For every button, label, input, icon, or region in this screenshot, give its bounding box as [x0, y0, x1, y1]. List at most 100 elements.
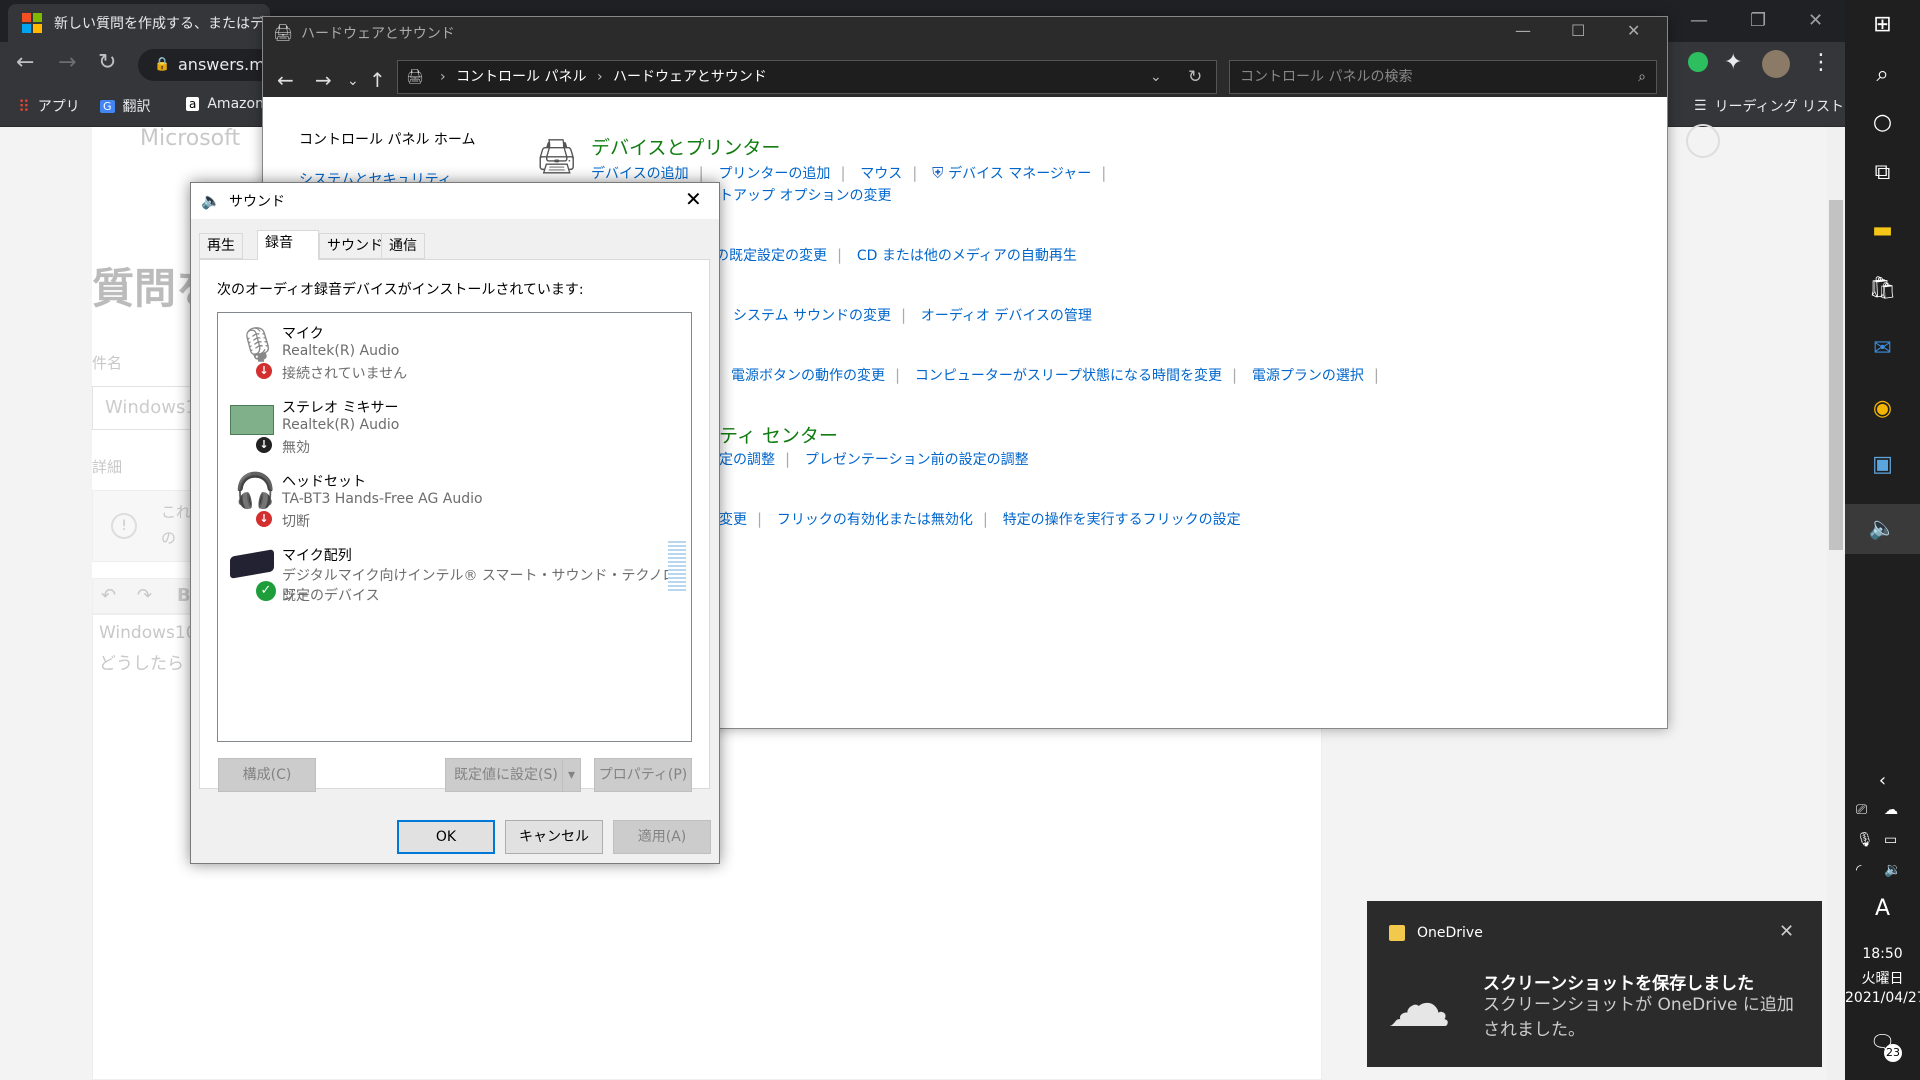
- tab-communications[interactable]: 通信: [381, 233, 425, 259]
- breadcrumb-hardware-sound[interactable]: ハードウェアとサウンド: [613, 69, 767, 85]
- evernote-extension-icon[interactable]: [1688, 52, 1708, 72]
- browser-tab[interactable]: 新しい質問を作成する、またはディス: [8, 4, 270, 42]
- clock-date[interactable]: 2021/04/27: [1845, 990, 1920, 1006]
- bookmark-translate[interactable]: G 翻訳: [100, 96, 151, 116]
- configure-button[interactable]: 構成(C): [218, 758, 316, 792]
- sound-taskbar-icon[interactable]: 🔈: [1845, 504, 1920, 554]
- cp-refresh-icon[interactable]: ↻: [1188, 61, 1202, 93]
- cp-back-icon[interactable]: ←: [277, 68, 294, 92]
- link-cd-autoplay[interactable]: CD または他のメディアの自動再生: [857, 248, 1077, 264]
- clock-time[interactable]: 18:50: [1845, 946, 1920, 962]
- link-add-printer[interactable]: プリンターの追加: [718, 166, 830, 182]
- back-icon[interactable]: ←: [16, 50, 34, 75]
- recording-device-list[interactable]: 🎙 ↓ マイク Realtek(R) Audio 接続されていません ↓ ステレ…: [217, 312, 692, 742]
- apply-button[interactable]: 適用(A): [613, 820, 711, 854]
- subject-label: 件名: [92, 354, 123, 372]
- headset-icon: 🎧: [234, 471, 277, 511]
- redo-icon[interactable]: ↷: [137, 585, 152, 606]
- wifi-icon[interactable]: ◜: [1856, 862, 1861, 878]
- cp-maximize-icon[interactable]: ☐: [1571, 21, 1585, 40]
- restore-icon[interactable]: ❐: [1750, 10, 1766, 31]
- mobility-center-heading[interactable]: ティ センター: [719, 421, 838, 448]
- link-power-button[interactable]: 電源ボタンの動作の変更: [731, 368, 885, 384]
- show-hidden-icons[interactable]: ‹: [1845, 770, 1920, 791]
- file-explorer-icon[interactable]: ▬: [1845, 218, 1920, 243]
- undo-icon[interactable]: ↶: [101, 585, 116, 606]
- set-default-button[interactable]: 既定値に設定(S) ▾: [445, 758, 581, 792]
- link-startup-options[interactable]: ートアップ オプションの変更: [705, 185, 891, 205]
- tab-playback[interactable]: 再生: [199, 233, 243, 259]
- cp-address-bar[interactable]: 🖨 › コントロール パネル › ハードウェアとサウンド ⌄ ↻: [397, 60, 1217, 94]
- bold-icon[interactable]: B: [177, 585, 191, 606]
- breadcrumb-control-panel[interactable]: コントロール パネル: [456, 69, 586, 85]
- toast-close-icon[interactable]: ✕: [1779, 921, 1794, 942]
- ime-indicator[interactable]: A: [1845, 896, 1920, 921]
- account-icon[interactable]: [1686, 124, 1720, 158]
- dialog-close-icon[interactable]: ✕: [685, 187, 702, 211]
- tab-recording[interactable]: 録音: [257, 230, 319, 260]
- set-default-dropdown-icon[interactable]: ▾: [562, 759, 580, 791]
- action-center-icon[interactable]: 🗨: [1845, 1030, 1920, 1054]
- store-icon[interactable]: 🛍: [1845, 276, 1920, 301]
- link-sleep-time[interactable]: コンピューターがスリープ状態になる時間を変更: [915, 368, 1222, 384]
- task-view-icon[interactable]: ⧉: [1845, 160, 1920, 185]
- link-manage-audio-devices[interactable]: オーディオ デバイスの管理: [921, 308, 1092, 324]
- link-device-manager[interactable]: デバイス マネージャー: [948, 166, 1091, 182]
- profile-avatar[interactable]: [1762, 50, 1790, 78]
- properties-button[interactable]: プロパティ(P): [594, 758, 692, 792]
- extensions-icon[interactable]: ✦: [1724, 50, 1742, 75]
- clock-weekday[interactable]: 火曜日: [1845, 968, 1920, 988]
- link-mobility-adjust[interactable]: 定の調整: [719, 452, 775, 468]
- meet-now-icon[interactable]: ⎚: [1856, 802, 1867, 818]
- cp-search-input[interactable]: コントロール パネルの検索 ⌕: [1229, 60, 1657, 94]
- cp-up-icon[interactable]: ↑: [369, 68, 386, 92]
- link-power-plan[interactable]: 電源プランの選択: [1252, 368, 1364, 384]
- link-presentation-settings[interactable]: プレゼンテーション前の設定の調整: [805, 452, 1029, 468]
- translate-icon: G: [100, 99, 115, 113]
- cortana-icon[interactable]: ○: [1845, 110, 1920, 135]
- link-pen-change[interactable]: 変更: [719, 512, 747, 528]
- device-mic-array[interactable]: ✓ マイク配列 デジタルマイク向けインテル® スマート・サウンド・テクノロジー …: [226, 541, 686, 613]
- device-headset[interactable]: 🎧 ↓ ヘッドセット TA-BT3 Hands-Free AG Audio 切断: [226, 467, 686, 539]
- chrome-icon[interactable]: ◉: [1845, 396, 1920, 421]
- cp-minimize-icon[interactable]: —: [1515, 21, 1531, 40]
- search-icon[interactable]: ⌕: [1845, 62, 1920, 87]
- control-panel-taskbar-icon[interactable]: ▣: [1845, 452, 1920, 477]
- battery-icon[interactable]: ▭: [1884, 832, 1897, 848]
- mic-tray-icon[interactable]: 🎙: [1856, 832, 1874, 848]
- link-mouse[interactable]: マウス: [860, 166, 902, 182]
- link-add-device[interactable]: デバイスの追加: [591, 166, 689, 182]
- start-icon[interactable]: ⊞: [1845, 12, 1920, 37]
- browser-tab-title: 新しい質問を作成する、またはディス: [54, 16, 270, 32]
- link-flicks-toggle[interactable]: フリックの有効化または無効化: [777, 512, 973, 528]
- cp-close-icon[interactable]: ✕: [1627, 21, 1640, 40]
- default-device-check-icon: ✓: [256, 581, 276, 601]
- close-icon[interactable]: ✕: [1808, 10, 1823, 31]
- reading-list[interactable]: ☰ リーディング リスト: [1694, 96, 1844, 116]
- device-stereo-mixer[interactable]: ↓ ステレオ ミキサー Realtek(R) Audio 無効: [226, 393, 686, 465]
- menu-icon[interactable]: ⋮: [1810, 50, 1832, 75]
- sidebar-cp-home[interactable]: コントロール パネル ホーム: [299, 129, 475, 149]
- link-flicks-settings[interactable]: 特定の操作を実行するフリックの設定: [1003, 512, 1241, 528]
- device-microphone[interactable]: 🎙 ↓ マイク Realtek(R) Audio 接続されていません: [226, 319, 686, 391]
- page-scroll-thumb[interactable]: [1829, 200, 1843, 550]
- bookmark-apps[interactable]: ⠿ アプリ: [18, 96, 80, 116]
- address-dropdown-icon[interactable]: ⌄: [1150, 61, 1162, 93]
- link-system-sounds[interactable]: システム サウンドの変更: [733, 308, 891, 324]
- volume-icon[interactable]: 🔉: [1884, 862, 1901, 878]
- control-panel-title: ハードウェアとサウンド: [301, 26, 455, 42]
- cancel-button[interactable]: キャンセル: [505, 820, 603, 854]
- onedrive-tray-icon[interactable]: ☁: [1884, 802, 1898, 818]
- cp-location-icon: 🖨: [406, 69, 424, 85]
- ok-button[interactable]: OK: [397, 820, 495, 854]
- cp-recent-icon[interactable]: ⌄: [347, 73, 359, 89]
- forward-icon[interactable]: →: [58, 50, 76, 75]
- devices-printers-heading[interactable]: デバイスとプリンター: [591, 133, 780, 160]
- onedrive-toast[interactable]: OneDrive ✕ ☁ スクリーンショットを保存しました スクリーンショットが…: [1367, 901, 1822, 1067]
- minimize-icon[interactable]: —: [1690, 10, 1708, 31]
- bookmark-amazon[interactable]: a Amazon: [186, 96, 264, 112]
- mail-icon[interactable]: ✉: [1845, 336, 1920, 361]
- link-autoplay-defaults[interactable]: の既定設定の変更: [715, 248, 827, 264]
- reload-icon[interactable]: ↻: [98, 50, 116, 75]
- cp-forward-icon[interactable]: →: [315, 68, 332, 92]
